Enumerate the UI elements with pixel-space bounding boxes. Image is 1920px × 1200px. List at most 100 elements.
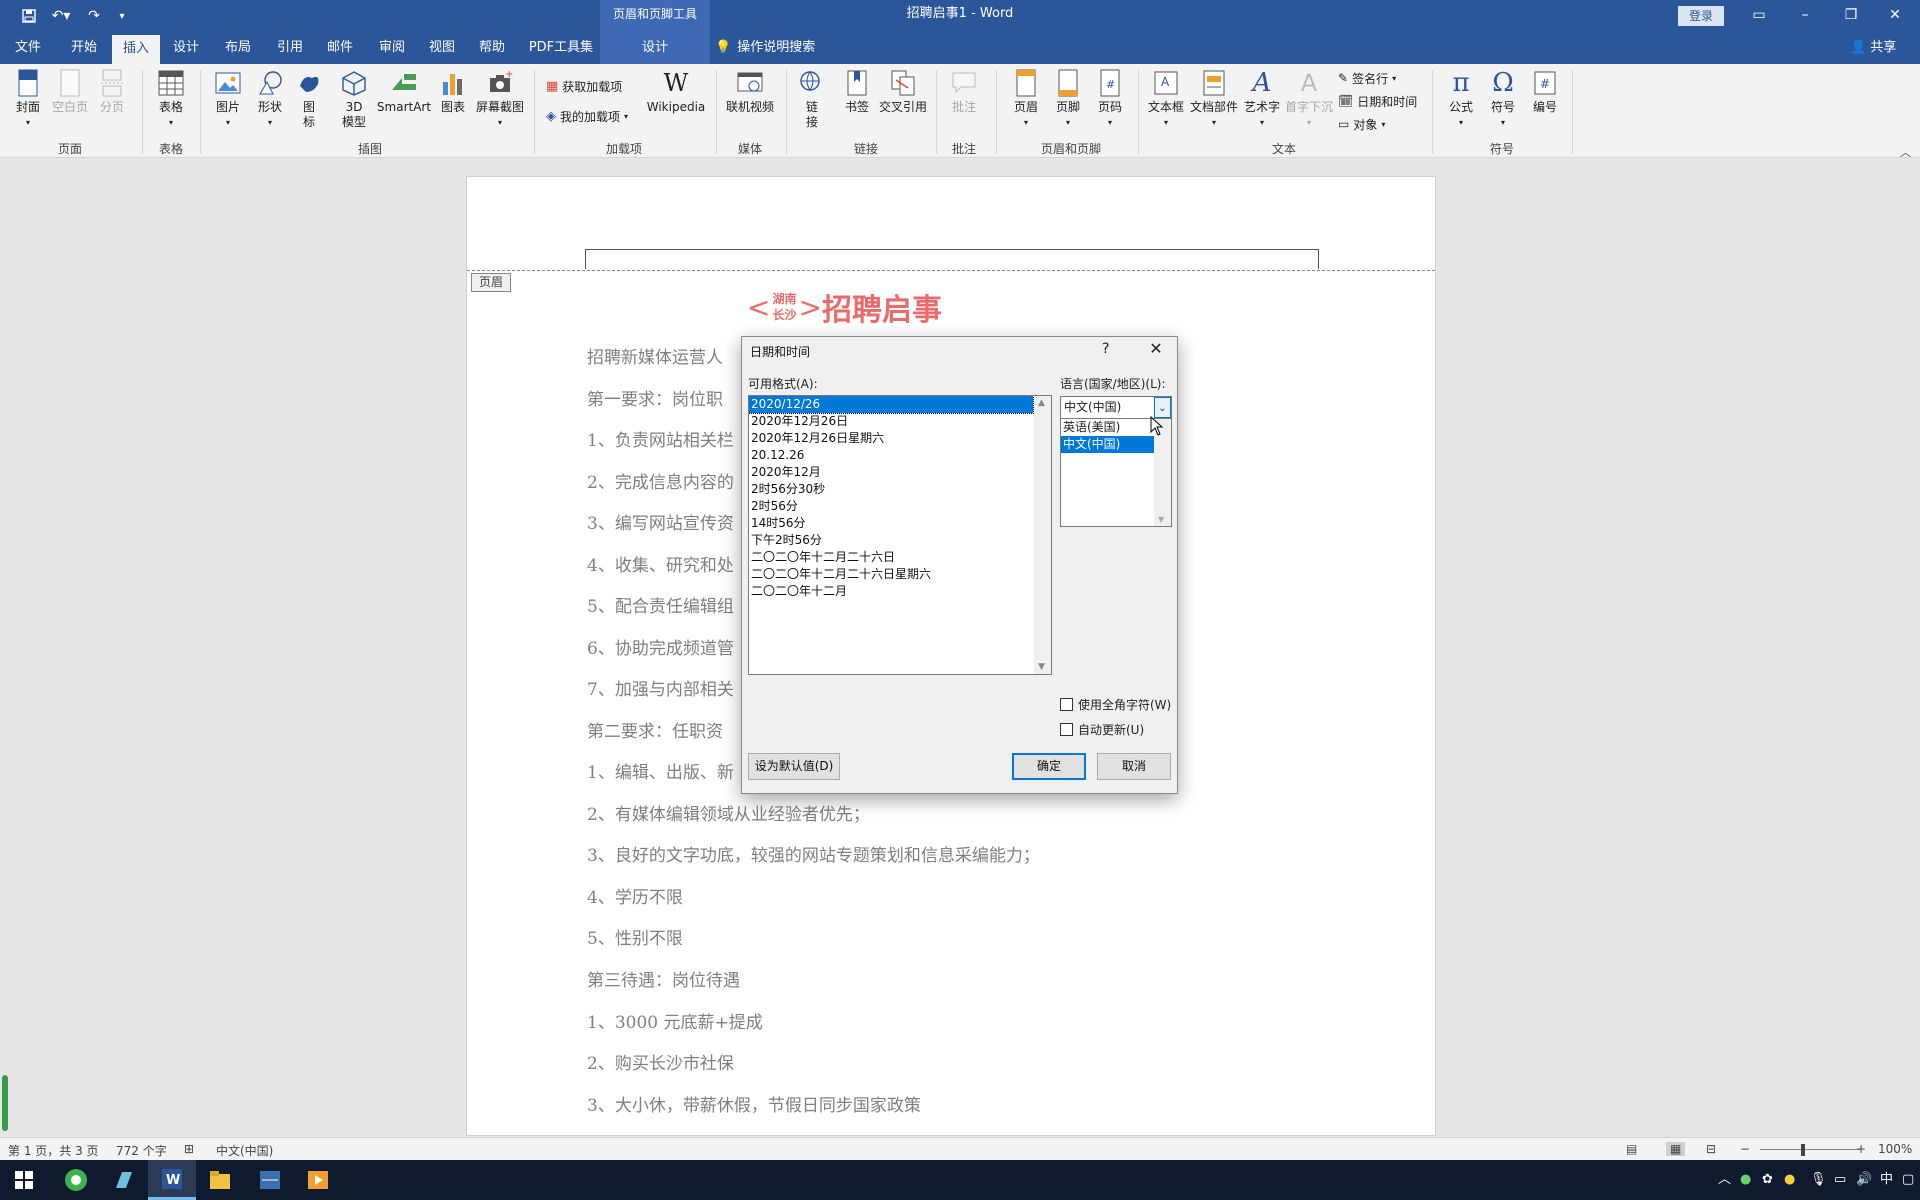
microphone-icon[interactable]: 🎙 [1810,1160,1827,1200]
smartart-button[interactable]: SmartArt [376,68,432,138]
language-status[interactable]: 中文(中国) [216,1142,273,1159]
proofing-icon[interactable]: ⊞ [184,1142,194,1156]
format-option[interactable]: 2020年12月26日星期六 [749,430,1033,447]
icons-button[interactable]: 图 标 [296,68,322,138]
close-icon[interactable]: ✕ [1144,339,1168,358]
read-mode-icon[interactable]: ▤ [1626,1142,1637,1156]
wordart-button[interactable]: A 艺术字 ▾ [1242,68,1282,138]
notification-icon[interactable]: ▢ [1902,1160,1914,1200]
format-option[interactable]: 2时56分 [749,498,1033,515]
web-layout-icon[interactable]: ⊟ [1706,1142,1716,1156]
format-option[interactable]: 下午2时56分 [749,532,1033,549]
redo-icon[interactable]: ↷ [84,6,104,26]
save-icon[interactable] [18,6,40,26]
bookmark-button[interactable]: 书签 [840,68,874,138]
tell-me-search[interactable]: 💡 操作说明搜索 [715,32,815,64]
tab-pdf-tools[interactable]: PDF工具集 [524,32,598,64]
comment-button[interactable]: 批注 [948,68,980,138]
set-default-button[interactable]: 设为默认值(D) [748,753,840,780]
dropcap-button[interactable]: A 首字下沉 ▾ [1284,68,1334,138]
checkbox-box[interactable] [1060,723,1073,736]
header-button[interactable]: 页眉 ▾ [1010,68,1042,138]
format-option[interactable]: 2时56分30秒 [749,481,1033,498]
word-app-icon[interactable]: W [148,1160,196,1200]
format-option[interactable]: 2020年12月26日 [749,413,1033,430]
zoom-slider-thumb[interactable] [1801,1144,1805,1156]
language-option[interactable]: 中文(中国) [1061,436,1155,453]
date-time-button[interactable]: 🗓 日期和时间 [1338,91,1417,111]
table-button[interactable]: 表格 ▾ [154,68,188,138]
tab-references[interactable]: 引用 [270,32,310,64]
scroll-up-icon[interactable]: ▲ [1038,398,1045,408]
page-count[interactable]: 第 1 页，共 3 页 [8,1142,99,1159]
format-option[interactable]: 14时56分 [749,515,1033,532]
get-addins-button[interactable]: ▦ 获取加载项 [546,76,622,96]
scroll-down-icon[interactable]: ▼ [1158,515,1164,524]
chevron-down-icon[interactable]: ⌄ [1154,397,1171,418]
screenshot-button[interactable]: + 屏幕截图 ▾ [474,68,526,138]
scroll-down-icon[interactable]: ▼ [1038,662,1045,672]
tab-design[interactable]: 设计 [166,32,206,64]
ime-indicator[interactable]: 中 [1880,1160,1893,1200]
login-button[interactable]: 登录 [1678,6,1724,26]
notes-app-icon[interactable] [100,1160,148,1200]
print-layout-icon[interactable]: ▦ [1666,1142,1686,1156]
network-icon[interactable]: ▭ [1834,1160,1846,1200]
restore-icon[interactable]: ❐ [1828,0,1874,30]
formats-scrollbar[interactable]: ▲ ▼ [1034,396,1051,674]
fullwidth-checkbox[interactable]: 使用全角字符(W) [1060,696,1171,713]
online-video-button[interactable]: 联机视频 [724,68,776,138]
zoom-level[interactable]: 100% [1878,1142,1912,1156]
chart-button[interactable]: 图表 [438,68,468,138]
shapes-button[interactable]: 形状 ▾ [254,68,286,138]
media-app-icon[interactable] [246,1160,294,1200]
link-button[interactable]: 链 接 [796,68,828,138]
tab-file[interactable]: 文件 [8,32,48,64]
tray-expand-icon[interactable]: ︿ [1718,1160,1731,1200]
zoom-in-icon[interactable]: + [1856,1142,1866,1156]
ok-button[interactable]: 确定 [1012,753,1086,780]
volume-icon[interactable]: 🔊 [1856,1160,1872,1200]
tab-layout[interactable]: 布局 [218,32,258,64]
windows-start-icon[interactable] [0,1160,48,1200]
picture-button[interactable]: 图片 ▾ [212,68,244,138]
collapse-ribbon-icon[interactable]: ︿ [1900,144,1911,160]
page-break-button[interactable]: 分页 [96,68,128,138]
zoom-out-icon[interactable]: − [1740,1142,1750,1156]
quick-parts-button[interactable]: 文档部件 ▾ [1188,68,1240,138]
close-icon[interactable]: ✕ [1872,0,1918,30]
format-option[interactable]: 2020/12/26 [749,396,1034,414]
undo-icon[interactable]: ↶▾ [48,6,74,26]
page-number-button[interactable]: # 页码 ▾ [1094,68,1126,138]
tab-insert[interactable]: 插入 [112,35,160,64]
tray-app-icon[interactable]: ✿ [1762,1160,1773,1200]
format-option[interactable]: 二〇二〇年十二月 [749,583,1033,600]
browser-app-icon[interactable] [52,1160,100,1200]
format-option[interactable]: 二〇二〇年十二月二十六日星期六 [749,566,1033,583]
object-button[interactable]: ▭ 对象 ▾ [1338,114,1385,134]
word-count[interactable]: 772 个字 [116,1142,167,1159]
tab-view[interactable]: 视图 [422,32,462,64]
minimize-icon[interactable]: – [1782,0,1828,30]
autoupdate-checkbox[interactable]: 自动更新(U) [1060,721,1144,738]
tab-home[interactable]: 开始 [64,32,104,64]
checkbox-box[interactable] [1060,698,1073,711]
equation-button[interactable]: π 公式 ▾ [1444,68,1478,138]
tray-app-icon[interactable]: ● [1784,1160,1795,1200]
symbol-button[interactable]: Ω 符号 ▾ [1486,68,1520,138]
tray-app-icon[interactable]: ● [1740,1160,1751,1200]
footer-button[interactable]: 页脚 ▾ [1052,68,1084,138]
tab-review[interactable]: 审阅 [372,32,412,64]
blank-page-button[interactable]: 空白页 [50,68,90,138]
help-icon[interactable]: ? [1102,341,1109,357]
customize-qat-icon[interactable]: ▾ [114,6,130,26]
signature-line-button[interactable]: ✎ 签名行 ▾ [1338,68,1396,88]
zoom-slider[interactable] [1760,1149,1860,1150]
tab-header-footer-design[interactable]: 设计 [600,32,710,64]
number-button[interactable]: # 编号 [1528,68,1562,138]
textbox-button[interactable]: A 文本框 ▾ [1146,68,1186,138]
file-explorer-icon[interactable] [196,1160,244,1200]
format-option[interactable]: 2020年12月 [749,464,1033,481]
format-option[interactable]: 20.12.26 [749,447,1033,464]
tab-mailings[interactable]: 邮件 [320,32,360,64]
